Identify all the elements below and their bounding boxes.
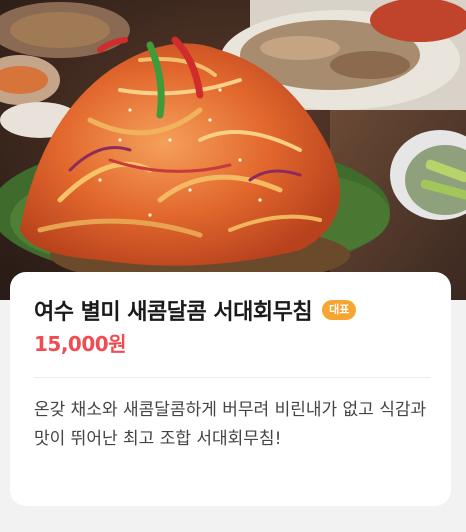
signature-badge: 대표 bbox=[322, 300, 357, 320]
dish-image bbox=[0, 0, 466, 300]
menu-item-title: 여수 별미 새콤달콤 서대회무침 bbox=[34, 300, 313, 325]
divider bbox=[34, 377, 431, 378]
bottom-spacer bbox=[0, 518, 466, 532]
menu-photo[interactable] bbox=[0, 0, 466, 300]
title-row: 여수 별미 새콤달콤 서대회무침 대표 bbox=[34, 294, 431, 326]
menu-item-description: 온갖 채소와 새콤달콤하게 버무려 비린내가 없고 식감과 맛이 뛰어난 최고 … bbox=[34, 400, 427, 449]
menu-item-card[interactable]: 여수 별미 새콤달콤 서대회무침 대표 15,000원 온갖 채소와 새콤달콤하… bbox=[10, 272, 451, 506]
menu-item-price: 15,000원 bbox=[34, 332, 127, 356]
